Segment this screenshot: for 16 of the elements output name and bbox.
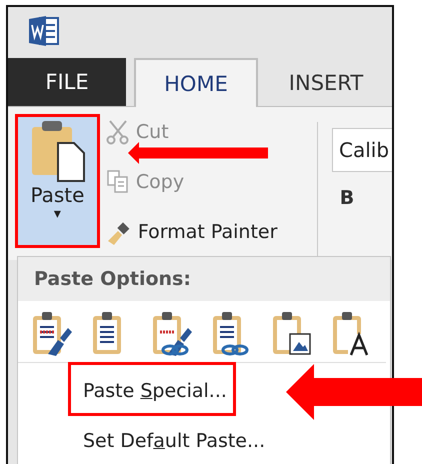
menu-heading: Paste Options: [18,257,390,301]
paste-keep-formatting-icon[interactable] [30,310,72,358]
paste-link-icon[interactable] [150,310,192,358]
ribbon-tab[interactable]: HOME [134,58,258,107]
menu-item[interactable]: Set Default Paste... [83,419,266,463]
menu-item[interactable]: Paste Special... [83,369,227,413]
file-tab[interactable]: FILE [8,58,126,106]
paste-picture-icon[interactable] [270,310,312,358]
word-logo-icon [28,15,60,47]
bold-button[interactable]: B [332,186,362,210]
ribbon-tab[interactable]: INSERT [266,59,386,106]
copy-icon [106,169,130,195]
painter-button[interactable]: Format Painter [106,219,278,245]
paste-button[interactable]: Paste ▾ [15,114,100,248]
scissors-icon [106,119,130,145]
font-name-field[interactable]: Calib [332,128,392,172]
